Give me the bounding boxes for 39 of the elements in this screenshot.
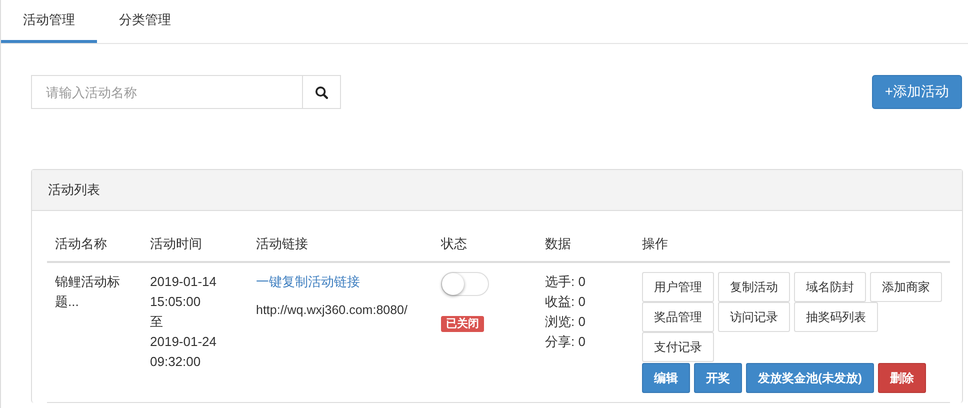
activity-url: http://wq.wxj360.com:8080/	[256, 302, 408, 319]
action-button[interactable]: 支付记录	[642, 332, 714, 362]
tab[interactable]: 活动管理	[1, 0, 97, 43]
stat-text: 浏览: 0	[545, 314, 586, 329]
time-text: 2019-01-14	[150, 274, 216, 289]
search-button[interactable]	[302, 75, 341, 109]
column-header: 活动链接	[256, 236, 308, 251]
activity-name: 锦鲤活动标题...	[55, 274, 120, 309]
time-text: 至	[150, 314, 163, 329]
action-button[interactable]: 添加商家	[870, 272, 942, 302]
action-button[interactable]: 用户管理	[642, 272, 714, 302]
stat-text: 分享: 0	[545, 334, 586, 349]
time-text: 09:32:00	[150, 354, 201, 369]
action-button[interactable]: 开奖	[694, 363, 742, 393]
action-button[interactable]: 抽奖码列表	[794, 302, 878, 332]
toggle-switch[interactable]	[441, 272, 489, 296]
stat-text: 收益: 0	[545, 294, 586, 309]
column-header: 活动名称	[55, 236, 107, 251]
action-button[interactable]: 编辑	[642, 363, 690, 393]
column-header: 状态	[441, 236, 467, 251]
action-button[interactable]: 复制活动	[718, 272, 790, 302]
column-header: 活动时间	[150, 236, 202, 251]
search-field[interactable]: 请输入活动名称	[31, 75, 302, 109]
action-button[interactable]: 奖品管理	[642, 302, 714, 332]
tab[interactable]: 分类管理	[97, 0, 193, 43]
time-text: 2019-01-24	[150, 334, 216, 349]
action-button[interactable]: 域名防封	[794, 272, 866, 302]
search-icon	[315, 86, 328, 98]
action-button[interactable]: 访问记录	[718, 302, 790, 332]
status-badge: 已关闭	[441, 316, 484, 332]
copy-link[interactable]: 一键复制活动链接	[256, 274, 360, 289]
column-header: 操作	[642, 236, 668, 251]
add-activity-button[interactable]: +添加活动	[872, 75, 962, 109]
column-header: 数据	[545, 236, 571, 251]
action-button[interactable]: 删除	[878, 363, 926, 393]
stat-text: 选手: 0	[545, 274, 586, 289]
time-text: 15:05:00	[150, 294, 201, 309]
panel-title: 活动列表	[48, 181, 100, 199]
action-button[interactable]: 发放奖金池(未发放)	[746, 363, 874, 393]
